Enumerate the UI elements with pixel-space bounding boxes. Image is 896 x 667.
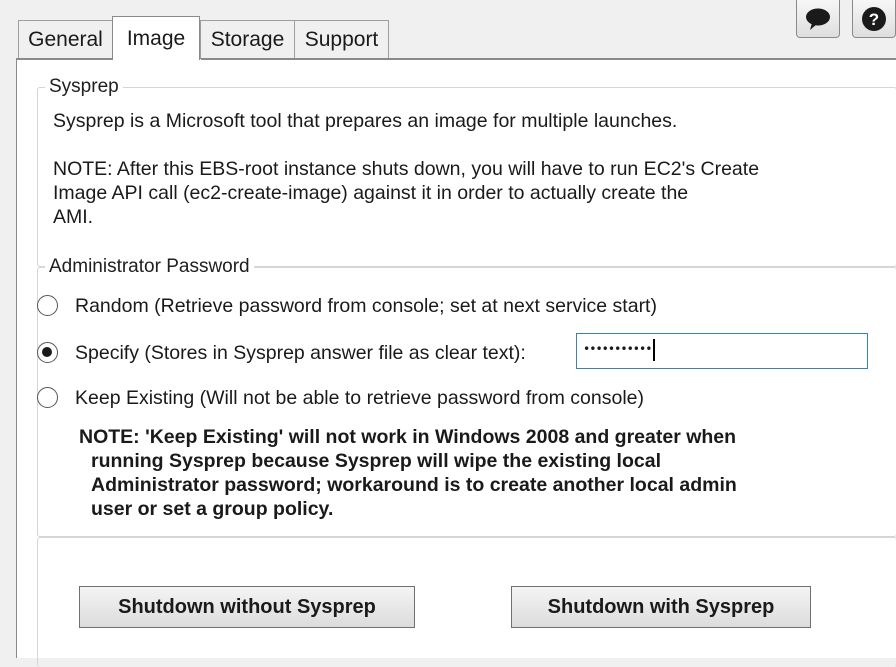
keep-existing-warning-line-2: running Sysprep because Sysprep will wip… [91, 450, 661, 472]
password-value: ••••••••••• [583, 342, 652, 356]
radio-keep-existing-label[interactable]: Keep Existing (Will not be able to retri… [75, 386, 644, 410]
tab-storage[interactable]: Storage [200, 20, 295, 58]
sysprep-note-line-1: NOTE: After this EBS-root instance shuts… [53, 158, 760, 180]
window-left-margin [0, 0, 16, 645]
panel-top-edge-left [17, 59, 113, 60]
radio-specify-label[interactable]: Specify (Stores in Sysprep answer file a… [75, 341, 526, 365]
radio-random[interactable] [37, 295, 58, 316]
help-icon: ? [862, 6, 886, 31]
radio-keep-existing[interactable] [37, 387, 58, 408]
tab-bar: General Image Storage Support ? [0, 0, 896, 60]
password-input[interactable]: ••••••••••• [576, 333, 868, 369]
shutdown-with-sysprep-button[interactable]: Shutdown with Sysprep [511, 586, 811, 628]
shutdown-without-sysprep-button[interactable]: Shutdown without Sysprep [79, 586, 415, 628]
feedback-button[interactable] [796, 0, 840, 38]
sysprep-description: Sysprep is a Microsoft tool that prepare… [53, 110, 678, 132]
radio-random-label[interactable]: Random (Retrieve password from console; … [75, 294, 657, 318]
help-icon-glyph: ? [869, 10, 879, 29]
sysprep-note-line-3: AMI. [53, 206, 94, 228]
tab-support-label: Support [304, 27, 379, 51]
tab-image[interactable]: Image [112, 16, 200, 60]
keep-existing-warning-line-4: user or set a group policy. [91, 498, 334, 520]
speech-bubble-icon [806, 8, 830, 30]
tab-general[interactable]: General [18, 20, 113, 58]
radio-specify[interactable] [37, 342, 58, 363]
tab-storage-label: Storage [210, 27, 285, 51]
keep-existing-warning-line-1: NOTE: 'Keep Existing' will not work in W… [79, 426, 737, 448]
keep-existing-warning-line-3: Administrator password; workaround is to… [91, 474, 737, 496]
shutdown-without-sysprep-label: Shutdown without Sysprep [118, 595, 376, 618]
shutdown-with-sysprep-label: Shutdown with Sysprep [547, 595, 775, 618]
sysprep-note-line-2: Image API call (ec2-create-image) agains… [53, 182, 689, 204]
radio-specify-dot [42, 347, 52, 357]
panel-top-edge-right [201, 59, 896, 60]
text-caret [653, 338, 656, 361]
sysprep-legend: Sysprep [45, 76, 123, 98]
admin-password-legend: Administrator Password [45, 256, 254, 278]
tab-support[interactable]: Support [294, 20, 389, 58]
help-button[interactable]: ? [852, 0, 896, 38]
tab-image-label: Image [126, 26, 186, 50]
tab-general-label: General [28, 27, 103, 51]
